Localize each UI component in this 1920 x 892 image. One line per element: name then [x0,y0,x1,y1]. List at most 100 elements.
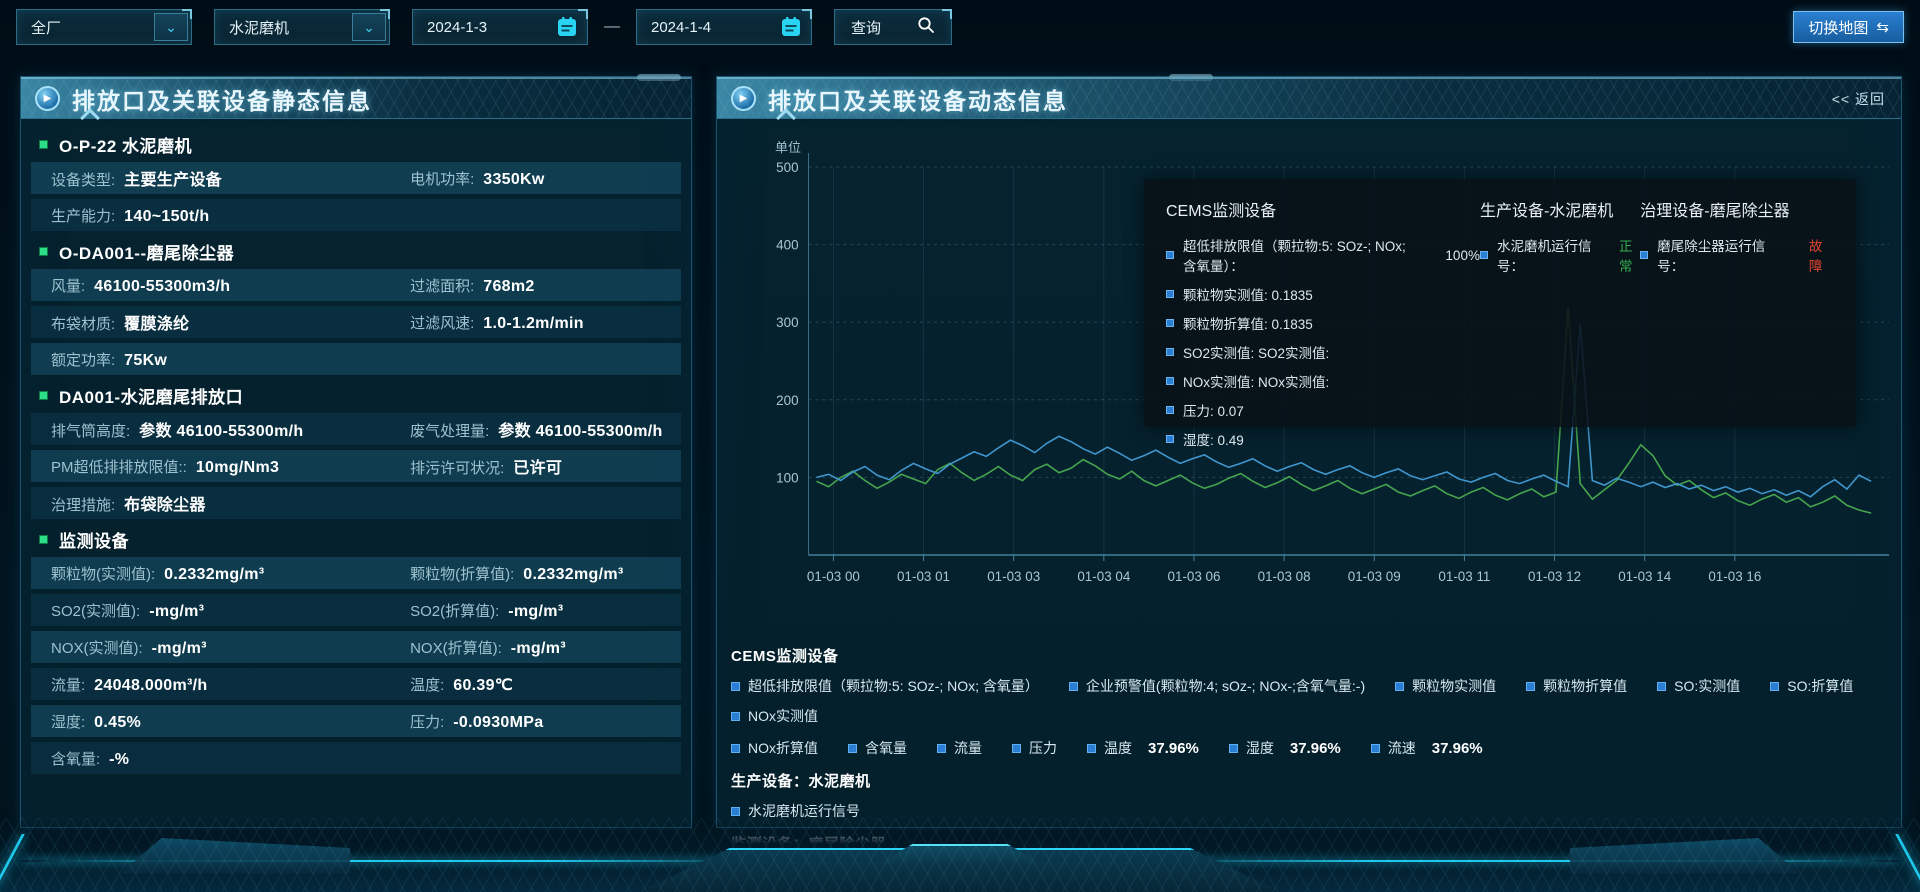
search-icon [917,16,935,38]
data-cell: NOX(折算值):-mg/m³ [410,637,681,658]
tooltip-item-text: 颗粒物实测值: 0.1835 [1183,284,1313,304]
static-panel-title: 排放口及关联设备静态信息 [72,82,372,116]
blue-square-icon [1166,290,1174,298]
device-select-value: 水泥磨机 [229,17,289,38]
legend-item[interactable]: SO:实测值 [1657,676,1740,696]
data-row: 流量:24048.000m³/h温度:60.39℃ [31,668,681,700]
legend-item[interactable]: NOx折算值 [731,738,818,758]
device-select[interactable]: 水泥磨机 ⌄ [214,9,390,45]
legend-item-label: 颗粒物实测值 [1412,676,1496,696]
switch-map-button[interactable]: 切换地图 ⇆ [1793,11,1904,43]
legend-item[interactable]: 企业预警值(颗粒物:4; sOz-; NOx-;含氧气量:-) [1069,676,1365,696]
data-row: 设备类型:主要生产设备电机功率:3350Kw [31,162,681,194]
legend-item[interactable]: SO:折算值 [1770,676,1853,696]
field-value: -mg/m³ [508,603,563,621]
tooltip-item-value: 故障 [1809,235,1834,275]
svg-text:01-03 00: 01-03 00 [807,569,860,584]
legend-item[interactable]: 颗粒物折算值 [1526,676,1627,696]
tooltip-item: 磨尾除尘器运行信号：故障 [1640,235,1834,275]
blue-square-icon [1012,744,1021,753]
legend-item-label: 湿度 [1246,738,1274,758]
blue-square-icon [1640,251,1648,259]
svg-text:01-03 14: 01-03 14 [1618,569,1671,584]
field-label: NOX(实测值): [51,637,143,658]
legend-item[interactable]: NOx实测值 [731,706,818,726]
legend-item[interactable]: 湿度37.96% [1229,738,1341,758]
field-value: -0.0930MPa [453,714,543,732]
data-row: 额定功率:75Kw [31,343,681,375]
data-cell: 过滤面积:768m2 [410,275,681,296]
legend-item[interactable]: 超低排放限值（颗拉物:5: SOz-; NOx; 含氧量） [731,676,1039,696]
svg-text:100: 100 [776,470,798,485]
data-cell: 治理措施:布袋除尘器 [51,491,410,515]
start-date-input[interactable]: 2024-1-3 [412,9,588,45]
field-value: 46100-55300m3/h [94,278,230,296]
field-label: 温度: [410,674,444,695]
data-row: SO2(实测值):-mg/m³SO2(折算值):-mg/m³ [31,594,681,626]
field-value: -% [109,751,129,769]
legend-item[interactable]: 流速37.96% [1371,738,1483,758]
tooltip-column-header: 生产设备-水泥磨机 [1480,197,1640,221]
back-link[interactable]: << 返回 [1832,89,1885,109]
field-value: 覆膜涤纶 [124,310,189,334]
data-row: 排气筒高度:参数 46100-55300m/h废气处理量:参数 46100-55… [31,413,681,445]
data-cell: 额定功率:75Kw [51,349,410,370]
legend-item-label: SO:实测值 [1674,676,1740,696]
data-cell: 排污许可状况:已许可 [410,454,681,478]
plant-select[interactable]: 全厂 ⌄ [16,9,192,45]
data-cell: 含氧量:-% [51,748,410,769]
play-icon: ▶ [731,86,756,111]
chevron-down-icon[interactable]: ⌄ [352,13,386,41]
calendar-icon[interactable] [779,15,803,39]
field-value: 1.0-1.2m/min [483,315,584,333]
svg-text:01-03 12: 01-03 12 [1528,569,1581,584]
green-square-icon [39,140,48,149]
emissions-line-chart[interactable]: 单位 01-03 0001-03 0101-03 0301-03 0401-03… [717,119,1901,619]
dynamic-info-panel: ▶ 排放口及关联设备动态信息 << 返回 单位 01-03 0001-03 01… [716,76,1902,828]
data-row: 湿度:0.45%压力:-0.0930MPa [31,705,681,737]
query-button-label: 查询 [851,17,881,38]
query-button[interactable]: 查询 [834,9,952,45]
dashboard-root: 全厂 ⌄ 水泥磨机 ⌄ 2024-1-3 — 2024-1-4 查询 [0,0,1920,892]
data-cell: 废气处理量:参数 46100-55300m/h [410,417,681,441]
end-date-input[interactable]: 2024-1-4 [636,9,812,45]
date-range-separator: — [604,18,620,36]
field-label: SO2(实测值): [51,600,140,621]
blue-square-icon [731,744,740,753]
footer-wing-left [120,834,350,874]
svg-text:01-03 06: 01-03 06 [1167,569,1220,584]
legend-item[interactable]: 温度37.96% [1087,738,1199,758]
field-label: 颗粒物(折算值): [410,563,514,584]
legend-item[interactable]: 含氧量 [848,738,907,758]
legend-item[interactable]: 压力 [1012,738,1057,758]
footer-center-emblem-top [875,844,1045,866]
field-label: 布袋材质: [51,313,115,334]
calendar-icon[interactable] [555,15,579,39]
data-cell: SO2(实测值):-mg/m³ [51,600,410,621]
field-value: 参数 46100-55300m/h [139,417,303,441]
field-label: 排污许可状况: [410,457,504,478]
tooltip-column-header: CEMS监测设备 [1166,197,1480,221]
field-value: 768m2 [483,278,534,296]
blue-square-icon [1087,744,1096,753]
tooltip-item: 压力: 0.07 [1166,400,1480,420]
plant-select-value: 全厂 [31,17,61,38]
tooltip-item: NOx实测值: NOx实测值: [1166,371,1480,391]
data-cell: 设备类型:主要生产设备 [51,166,410,190]
footer-decoration [0,818,1920,892]
chevron-down-icon[interactable]: ⌄ [154,13,188,41]
field-label: 额定功率: [51,349,115,370]
footer-edge-streak [1895,834,1920,886]
legend-item-label: 流量 [954,738,982,758]
blue-square-icon [731,682,740,691]
tooltip-item-text: NOx实测值: NOx实测值: [1183,371,1329,391]
dynamic-info-panel-header: ▶ 排放口及关联设备动态信息 [717,77,1901,119]
legend-item[interactable]: 颗粒物实测值 [1395,676,1496,696]
blue-square-icon [1166,319,1174,327]
data-cell: 风量:46100-55300m3/h [51,275,410,296]
tooltip-item: 颗粒物实测值: 0.1835 [1166,284,1480,304]
tooltip-item: 颗粒物折算值: 0.1835 [1166,313,1480,333]
legend-item[interactable]: 流量 [937,738,982,758]
svg-text:01-03 08: 01-03 08 [1258,569,1311,584]
data-row: 风量:46100-55300m3/h过滤面积:768m2 [31,269,681,301]
